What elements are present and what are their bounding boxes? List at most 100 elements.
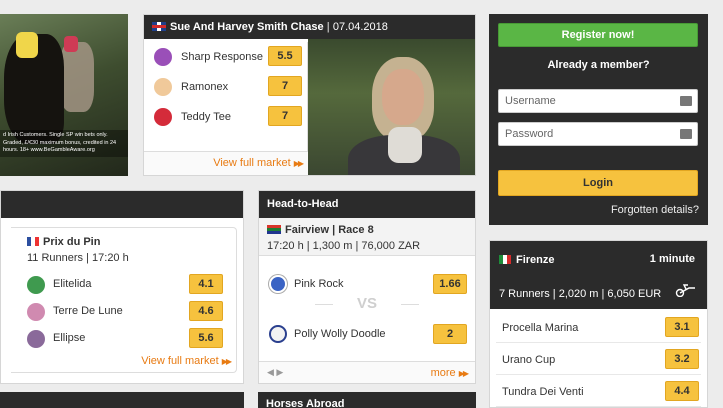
jockey-silk-icon xyxy=(27,276,45,294)
carousel-prev-next-icon[interactable]: ◀ ▶ xyxy=(267,367,283,378)
more-label[interactable]: more xyxy=(431,367,456,379)
jockey-silk-icon xyxy=(27,330,45,348)
view-full-market-label[interactable]: View full market xyxy=(213,157,290,169)
username-field-wrapper xyxy=(498,89,698,113)
featured-race-header: Sue And Harvey Smith Chase | 07.04.2018 xyxy=(144,15,475,39)
promo-banner[interactable]: d Irish Customers. Single SP win bets on… xyxy=(0,14,128,176)
odds-button[interactable]: 4.6 xyxy=(189,301,223,321)
race-card: Prix du Pin 11 Runners | 17:20 h Eliteli… xyxy=(11,227,237,373)
runner-row: Teddy Tee 7 xyxy=(144,102,307,132)
bottom-left-panel-header xyxy=(0,392,244,408)
race-panel-header xyxy=(1,191,243,218)
runner-name: Terre De Lune xyxy=(53,305,123,317)
featured-runner-list: Sharp Response 5.5 Ramonex 7 Teddy Tee 7 xyxy=(144,42,308,166)
race-countdown: 1 minute xyxy=(649,253,695,265)
already-member-text: Already a member? xyxy=(547,59,650,71)
more-link[interactable]: more ▶▶ xyxy=(431,367,470,379)
jockey-silk-icon xyxy=(154,78,172,96)
double-chevron-right-icon: ▶▶ xyxy=(458,369,469,378)
runner-row: Urano Cup 3.2 xyxy=(496,345,701,375)
jockey-silk-icon xyxy=(154,108,172,126)
jockey-silk-icon xyxy=(154,48,172,66)
keyboard-icon[interactable] xyxy=(680,129,692,139)
odds-button[interactable]: 4.4 xyxy=(665,381,699,401)
runner-row: Elitelida 4.1 xyxy=(11,272,236,298)
password-input[interactable] xyxy=(499,123,669,145)
runner-name: Pink Rock xyxy=(294,278,344,290)
odds-button[interactable]: 3.2 xyxy=(665,349,699,369)
runner-name: Teddy Tee xyxy=(181,111,231,123)
promo-jockey-image xyxy=(64,36,78,52)
promo-horse-image xyxy=(60,42,94,112)
username-input[interactable] xyxy=(499,90,669,112)
jockey-silk-icon xyxy=(269,275,287,293)
race-panel: Prix du Pin 11 Runners | 17:20 h Eliteli… xyxy=(0,190,244,384)
runner-row: Sharp Response 5.5 xyxy=(144,42,307,72)
photo-scarf xyxy=(388,127,422,163)
head-to-head-panel: Head-to-Head Fairview | Race 8 17:20 h |… xyxy=(258,190,476,384)
next-race-header: Firenze 1 minute xyxy=(490,241,707,277)
south-africa-flag-icon xyxy=(267,225,281,234)
next-race-title-text: Firenze xyxy=(516,254,555,266)
head-to-head-header: Head-to-Head xyxy=(259,191,475,218)
trainer-photo xyxy=(308,39,475,175)
next-race-panel: Firenze 1 minute 7 Runners | 2,020 m | 6… xyxy=(489,240,708,408)
france-flag-icon xyxy=(27,237,39,246)
runner-row: Ramonex 7 xyxy=(144,72,307,102)
register-button[interactable]: Register now! xyxy=(498,23,698,47)
race-title: Prix du Pin xyxy=(27,236,100,248)
double-chevron-right-icon: ▶▶ xyxy=(221,357,232,366)
login-panel: Register now! Already a member? Login Fo… xyxy=(489,14,708,225)
versus-label: VS xyxy=(315,295,419,312)
featured-race-date: 07.04.2018 xyxy=(332,21,388,33)
view-full-market-link[interactable]: View full market ▶▶ xyxy=(144,151,308,175)
runner-name: Tundra Dei Venti xyxy=(502,386,584,398)
runner-name: Procella Marina xyxy=(502,322,579,334)
odds-button[interactable]: 5.5 xyxy=(268,46,302,66)
italy-flag-icon xyxy=(499,255,511,264)
runner-row: Tundra Dei Venti 4.4 xyxy=(496,377,701,407)
h2h-race-info: Fairview | Race 8 17:20 h | 1,300 m | 76… xyxy=(259,218,475,256)
promo-terms-text: d Irish Customers. Single SP win bets on… xyxy=(0,130,128,157)
runner-name: Ramonex xyxy=(181,81,229,93)
photo-face xyxy=(382,69,424,125)
uk-flag-icon xyxy=(152,22,166,31)
horses-abroad-title: Horses Abroad xyxy=(266,398,345,408)
odds-button[interactable]: 7 xyxy=(268,106,302,126)
odds-button[interactable]: 5.6 xyxy=(189,328,223,348)
harness-sulky-icon xyxy=(675,284,695,297)
login-button[interactable]: Login xyxy=(498,170,698,196)
h2h-race-title: Fairview | Race 8 xyxy=(267,224,374,236)
promo-jockey-image xyxy=(16,32,38,58)
odds-button[interactable]: 1.66 xyxy=(433,274,467,294)
runner-row: Procella Marina 3.1 xyxy=(496,313,701,343)
featured-race-title: Sue And Harvey Smith Chase xyxy=(170,21,324,33)
runner-name: Sharp Response xyxy=(181,51,263,63)
runner-row: Terre De Lune 4.6 xyxy=(11,299,236,325)
runner-row: Ellipse 5.6 xyxy=(11,326,236,352)
view-full-market-link[interactable]: View full market ▶▶ xyxy=(141,355,232,367)
horses-abroad-panel-header: Horses Abroad xyxy=(258,392,476,408)
keyboard-icon[interactable] xyxy=(680,96,692,106)
race-subtitle: 11 Runners | 17:20 h xyxy=(27,252,129,264)
odds-button[interactable]: 3.1 xyxy=(665,317,699,337)
forgotten-details-link[interactable]: Forgotten details? xyxy=(611,204,699,216)
header-separator: | xyxy=(326,21,330,33)
h2h-race-title-text: Fairview | Race 8 xyxy=(285,224,374,236)
password-field-wrapper xyxy=(498,122,698,146)
jockey-silk-icon xyxy=(27,303,45,321)
featured-race-panel: Sue And Harvey Smith Chase | 07.04.2018 … xyxy=(143,14,476,176)
runner-name: Urano Cup xyxy=(502,354,556,366)
race-title-text: Prix du Pin xyxy=(43,236,101,248)
double-chevron-right-icon: ▶▶ xyxy=(293,159,304,168)
runner-name: Elitelida xyxy=(53,278,92,290)
odds-button[interactable]: 2 xyxy=(433,324,467,344)
jockey-silk-icon xyxy=(269,325,287,343)
h2h-runner-row: Polly Wolly Doodle 2 xyxy=(259,319,475,349)
odds-button[interactable]: 4.1 xyxy=(189,274,223,294)
runner-name: Ellipse xyxy=(53,332,86,344)
odds-button[interactable]: 7 xyxy=(268,76,302,96)
h2h-race-subtitle: 17:20 h | 1,300 m | 76,000 ZAR xyxy=(267,240,421,252)
view-full-market-label[interactable]: View full market xyxy=(141,355,218,367)
runner-name: Polly Wolly Doodle xyxy=(294,328,386,340)
